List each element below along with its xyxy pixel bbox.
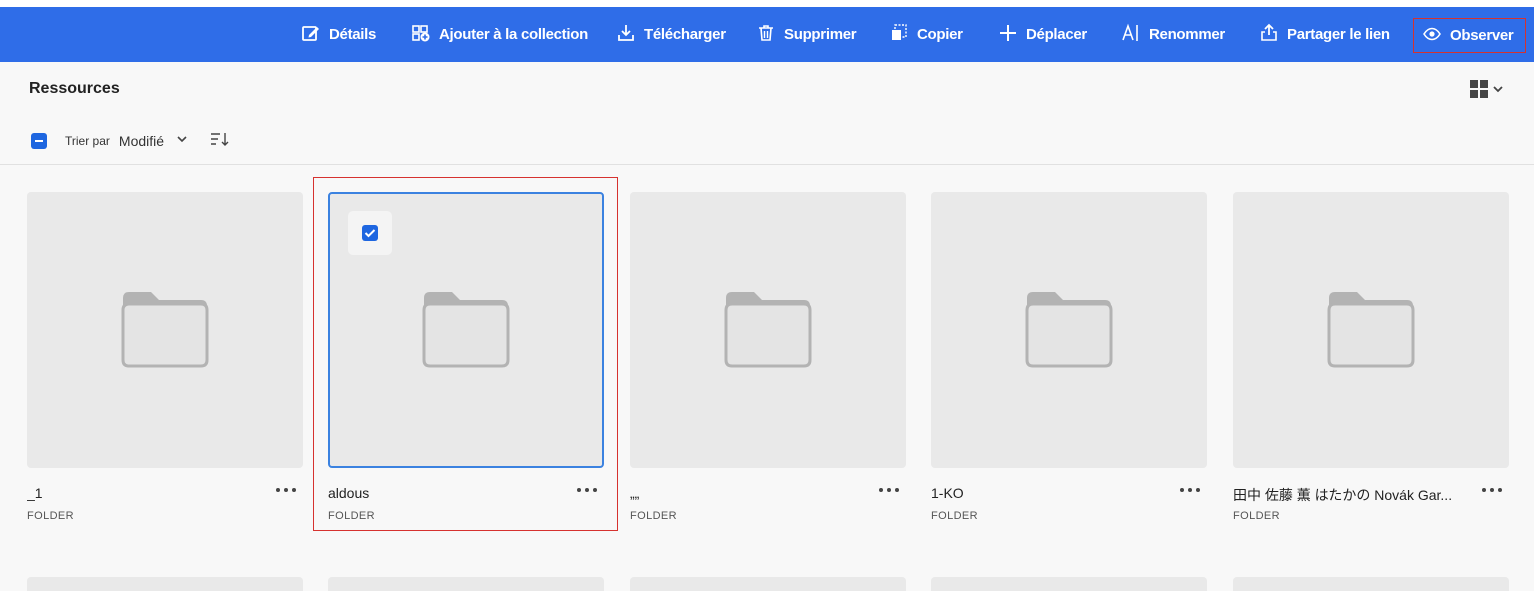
share-link-button[interactable]: Partager le lien xyxy=(1259,7,1390,62)
action-bar: Détails Ajouter à la collection Téléchar… xyxy=(0,7,1534,62)
folder-name: „„ xyxy=(630,485,640,501)
add-to-collection-label: Ajouter à la collection xyxy=(439,26,588,43)
delete-label: Supprimer xyxy=(784,26,857,43)
rename-icon xyxy=(1121,23,1141,47)
folder-thumbnail[interactable] xyxy=(630,192,906,468)
folder-name: aldous xyxy=(328,485,370,501)
more-options-icon[interactable] xyxy=(273,480,299,500)
folder-icon xyxy=(1327,292,1415,368)
top-strip xyxy=(0,0,1534,7)
folder-type: FOLDER xyxy=(931,510,979,522)
folder-thumbnail[interactable] xyxy=(328,192,604,468)
page-title: Ressources xyxy=(29,80,120,97)
rename-button[interactable]: Renommer xyxy=(1121,7,1225,62)
download-label: Télécharger xyxy=(644,26,726,43)
move-icon xyxy=(998,23,1018,47)
folder-thumbnail[interactable] xyxy=(931,192,1207,468)
more-options-icon[interactable] xyxy=(876,480,902,500)
download-icon xyxy=(616,23,636,47)
folder-type: FOLDER xyxy=(27,510,75,522)
folder-thumbnail[interactable] xyxy=(328,577,604,591)
share-link-icon xyxy=(1259,23,1279,47)
edit-icon xyxy=(301,23,321,47)
details-button[interactable]: Détails xyxy=(301,7,376,62)
copy-icon xyxy=(889,23,909,47)
move-button[interactable]: Déplacer xyxy=(998,7,1087,62)
card-checkbox[interactable] xyxy=(348,211,392,255)
sort-label: Trier par xyxy=(65,134,110,148)
folder-icon xyxy=(121,292,209,368)
eye-icon xyxy=(1422,24,1442,48)
observe-button[interactable]: Observer xyxy=(1413,18,1526,53)
add-to-collection-icon xyxy=(411,23,431,47)
folder-card[interactable]: 1-KO FOLDER xyxy=(931,192,1207,532)
view-switcher[interactable] xyxy=(1470,80,1504,98)
folder-name: _1 xyxy=(27,485,43,501)
folder-type: FOLDER xyxy=(1233,510,1281,522)
folder-icon xyxy=(724,292,812,368)
folder-thumbnail[interactable] xyxy=(931,577,1207,591)
checkmark-icon xyxy=(364,229,376,238)
trash-icon xyxy=(756,23,776,47)
folder-card[interactable]: aldous FOLDER xyxy=(328,192,604,532)
folder-card[interactable]: 田中 佐藤 薫 はたかの Novák Gar... FOLDER xyxy=(1233,192,1509,532)
observe-label: Observer xyxy=(1450,27,1514,44)
sort-order-icon[interactable] xyxy=(210,131,230,152)
folder-icon xyxy=(1025,292,1113,368)
folder-thumbnail[interactable] xyxy=(27,192,303,468)
folder-card[interactable]: „„ FOLDER xyxy=(630,192,906,532)
more-options-icon[interactable] xyxy=(1479,480,1505,500)
chevron-down-icon[interactable] xyxy=(176,132,188,150)
folder-thumbnail[interactable] xyxy=(1233,192,1509,468)
folder-icon xyxy=(422,292,510,368)
divider xyxy=(0,164,1534,165)
select-all-checkbox[interactable] xyxy=(31,133,47,149)
add-to-collection-button[interactable]: Ajouter à la collection xyxy=(411,7,588,62)
copy-label: Copier xyxy=(917,26,963,43)
folder-thumbnail[interactable] xyxy=(27,577,303,591)
folder-thumbnail[interactable] xyxy=(630,577,906,591)
folder-name: 田中 佐藤 薫 はたかの Novák Gar... xyxy=(1233,487,1453,503)
copy-button[interactable]: Copier xyxy=(889,7,963,62)
details-label: Détails xyxy=(329,26,377,43)
download-button[interactable]: Télécharger xyxy=(616,7,726,62)
folder-card[interactable]: _1 FOLDER xyxy=(27,192,303,532)
more-options-icon[interactable] xyxy=(574,480,600,500)
content-area: Ressources Trier par Modifié _1 FOLDER a… xyxy=(0,62,1534,591)
sort-row: Trier par Modifié xyxy=(31,132,230,150)
folder-type: FOLDER xyxy=(328,510,376,522)
folder-thumbnail[interactable] xyxy=(1233,577,1509,591)
share-link-label: Partager le lien xyxy=(1287,26,1390,43)
move-label: Déplacer xyxy=(1026,26,1087,43)
delete-button[interactable]: Supprimer xyxy=(756,7,857,62)
grid-view-icon xyxy=(1470,80,1488,98)
more-options-icon[interactable] xyxy=(1177,480,1203,500)
chevron-down-icon xyxy=(1492,83,1504,95)
sort-field-select[interactable]: Modifié xyxy=(119,133,164,149)
folder-name: 1-KO xyxy=(931,485,964,501)
rename-label: Renommer xyxy=(1149,26,1225,43)
folder-type: FOLDER xyxy=(630,510,678,522)
